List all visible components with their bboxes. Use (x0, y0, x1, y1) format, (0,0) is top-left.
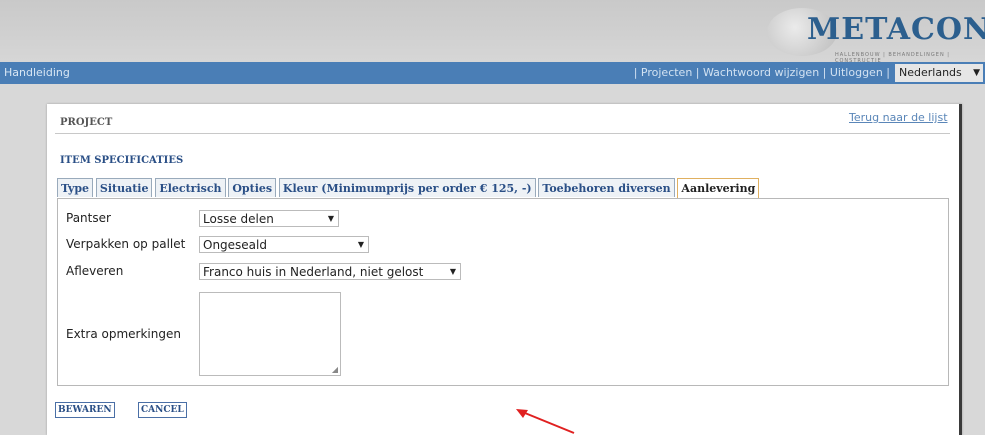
chevron-down-icon: ▼ (973, 68, 980, 78)
cancel-button[interactable]: CANCEL (138, 402, 187, 418)
nav-link-uitloggen[interactable]: | Uitloggen | (823, 66, 890, 79)
page-title: PROJECT (60, 117, 113, 128)
afleveren-select[interactable]: Franco huis in Nederland, niet gelost ▼ (199, 263, 461, 280)
tab-electrisch[interactable]: Electrisch (155, 178, 226, 197)
logo-text: METACON (807, 12, 985, 47)
nav-link-wachtwoord-wijzigen[interactable]: | Wachtwoord wijzigen (696, 66, 819, 79)
language-value: Nederlands (899, 66, 962, 79)
pantser-select[interactable]: Losse delen ▼ (199, 210, 339, 227)
chevron-down-icon: ▼ (357, 240, 364, 249)
nav-link-projecten[interactable]: | Projecten (634, 66, 693, 79)
pantser-label: Pantser (66, 211, 111, 225)
opmerkingen-textarea[interactable]: ◢ (199, 292, 341, 376)
metacon-logo[interactable]: METACON HALLENBOUW | BEHANDELINGEN | CON… (767, 2, 985, 64)
resize-grip-icon[interactable]: ◢ (332, 365, 338, 374)
pantser-value: Losse delen (203, 212, 274, 226)
afleveren-label: Afleveren (66, 264, 124, 278)
opmerkingen-label: Extra opmerkingen (66, 327, 181, 341)
tab-kleur[interactable]: Kleur (Minimumprijs per order € 125, -) (278, 178, 536, 197)
tab-type[interactable]: Type (57, 178, 94, 197)
save-button[interactable]: BEWAREN (55, 402, 115, 418)
back-to-list-link[interactable]: Terug naar de lijst (849, 111, 948, 124)
tab-toebehoren-diversen[interactable]: Toebehoren diversen (538, 178, 675, 197)
chevron-down-icon: ▼ (449, 267, 456, 276)
tab-aanlevering[interactable]: Aanlevering (677, 178, 760, 198)
tab-content-aanlevering (57, 198, 949, 386)
header: METACON HALLENBOUW | BEHANDELINGEN | CON… (0, 0, 985, 64)
tab-situatie[interactable]: Situatie (95, 178, 153, 197)
title-divider (55, 133, 950, 134)
annotation-arrow-icon (516, 409, 575, 434)
top-nav-bar: Handleiding | Projecten | Wachtwoord wij… (0, 62, 985, 84)
verpakken-value: Ongeseald (203, 238, 267, 252)
verpakken-label: Verpakken op pallet (66, 237, 186, 251)
chevron-down-icon: ▼ (327, 214, 334, 223)
verpakken-select[interactable]: Ongeseald ▼ (199, 236, 369, 253)
tab-bar: Type Situatie Electrisch Opties Kleur (M… (57, 178, 760, 198)
nav-link-handleiding[interactable]: Handleiding (4, 66, 70, 79)
afleveren-value: Franco huis in Nederland, niet gelost (203, 265, 424, 279)
nav-links: | Projecten | Wachtwoord wijzigen | Uitl… (634, 66, 890, 79)
language-select[interactable]: Nederlands ▼ (895, 64, 983, 82)
tab-opties[interactable]: Opties (228, 178, 277, 197)
section-title: ITEM SPECIFICATIES (60, 155, 184, 166)
